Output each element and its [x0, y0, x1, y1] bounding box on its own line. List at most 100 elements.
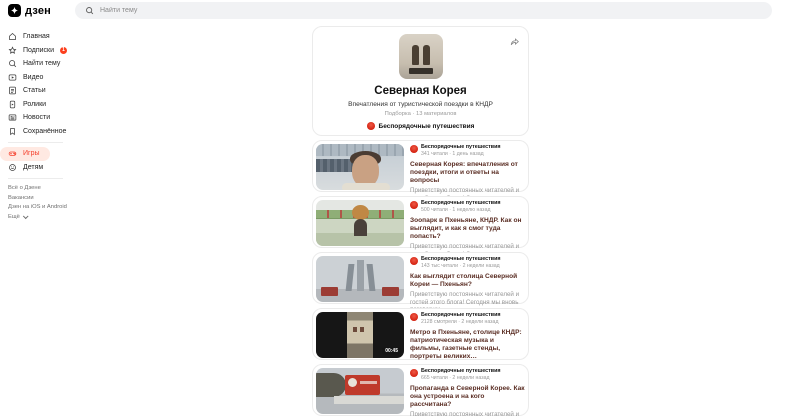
channel-row[interactable]: Беспорядочные путешествия 665 читали · 2…	[410, 368, 525, 382]
channel-name: Беспорядочные путешествия	[421, 256, 501, 262]
feed-card[interactable]: Беспорядочные путешествия 341 читали · 1…	[312, 140, 529, 202]
chevron-down-icon	[22, 213, 29, 220]
sidebar-item-label: Найти тему	[23, 60, 61, 68]
channel-row[interactable]: Беспорядочные путешествия 500 читали · 1…	[410, 200, 525, 214]
sidebar-item-label: Видео	[23, 73, 44, 81]
channel-row[interactable]: Беспорядочные путешествия 143 тыс читали…	[410, 256, 525, 270]
sidebar-item-saved[interactable]: Сохранённое	[0, 125, 76, 139]
channel-name: Беспорядочные путешествия	[421, 312, 501, 318]
channel-name: Беспорядочные путешествия	[421, 200, 501, 206]
sidebar-item-kids[interactable]: Детям	[0, 161, 53, 175]
channel-avatar	[410, 201, 418, 209]
top-bar: дзен	[0, 0, 800, 24]
channel-name: Беспорядочные путешествия	[378, 122, 475, 130]
bookmark-icon	[8, 127, 17, 136]
kids-icon	[8, 163, 17, 172]
collection-subtitle: Впечатления от туристической поездки в К…	[348, 101, 493, 108]
dzen-logo-text: дзен	[25, 4, 52, 17]
sidebar-item-video[interactable]: Видео	[0, 71, 53, 85]
sidebar-item-subscriptions[interactable]: Подписки 1	[0, 44, 77, 58]
statue-shape	[411, 45, 419, 65]
search-icon	[85, 6, 94, 15]
games-icon	[8, 149, 17, 158]
feed-card-video[interactable]: 00:45 Беспорядочные путешествия 2128 смо…	[312, 308, 529, 360]
collection-cover-image	[398, 34, 443, 79]
link-more-label: Ещё	[8, 213, 20, 220]
article-stats: 2128 смотрели · 2 недели назад	[421, 318, 499, 325]
channel-avatar	[410, 313, 418, 321]
collection-header-card: Северная Корея Впечатления от туристичес…	[312, 26, 529, 136]
article-stats: 341 читали · 1 день назад	[421, 150, 484, 157]
article-body: Беспорядочные путешествия 2128 смотрели …	[410, 312, 525, 360]
collection-channel-link[interactable]: Беспорядочные путешествия	[313, 122, 528, 130]
statue-shape	[422, 45, 430, 65]
sidebar-item-shorts[interactable]: Ролики	[0, 98, 56, 112]
channel-row[interactable]: Беспорядочные путешествия 2128 смотрели …	[410, 312, 525, 326]
sidebar-item-label: Детям	[23, 163, 44, 171]
search-input[interactable]	[100, 7, 400, 14]
article-stats: 665 читали · 2 недели назад	[421, 374, 490, 381]
article-thumbnail[interactable]	[316, 368, 404, 414]
video-icon	[8, 73, 17, 82]
article-title[interactable]: Северная Корея: впечатления от поездки, …	[410, 161, 525, 186]
channel-avatar	[410, 145, 418, 153]
article-thumbnail[interactable]	[316, 200, 404, 246]
sidebar-footer-links: Всё о Дзене Вакансии Дзен на iOS и Andro…	[0, 184, 170, 222]
video-title[interactable]: Метро в Пхеньяне, столице КНДР: патриоти…	[410, 329, 525, 362]
channel-name: Беспорядочные путешествия	[421, 144, 501, 150]
sidebar-item-home[interactable]: Главная	[0, 30, 60, 44]
article-thumbnail[interactable]	[316, 144, 404, 190]
search-bar[interactable]	[75, 2, 772, 19]
article-thumbnail[interactable]	[316, 256, 404, 302]
search-icon	[8, 59, 17, 68]
link-more[interactable]: Ещё	[8, 213, 29, 223]
channel-row[interactable]: Беспорядочные путешествия 341 читали · 1…	[410, 144, 525, 158]
channel-name: Беспорядочные путешествия	[421, 368, 501, 374]
plinth-shape	[408, 68, 433, 74]
sidebar-divider	[8, 142, 63, 143]
article-title[interactable]: Зоопарк в Пхеньяне, КНДР. Как он выгляди…	[410, 217, 525, 242]
collection-title: Северная Корея	[374, 85, 467, 97]
feed-card[interactable]: Беспорядочные путешествия 665 читали · 2…	[312, 364, 529, 416]
dzen-logo[interactable]: дзен	[8, 4, 51, 17]
video-duration-badge: 00:45	[382, 347, 401, 355]
sidebar-item-games[interactable]: Игры	[0, 147, 50, 161]
sidebar-item-find-topic[interactable]: Найти тему	[0, 57, 70, 71]
channel-avatar	[366, 122, 375, 130]
link-about-dzen[interactable]: Всё о Дзене	[8, 184, 41, 194]
sidebar-item-news[interactable]: Новости	[0, 111, 60, 125]
article-title[interactable]: Как выглядит столица Северной Кореи — Пх…	[410, 273, 525, 289]
link-apps[interactable]: Дзен на iOS и Android	[8, 203, 67, 213]
news-icon	[8, 113, 17, 122]
sidebar-item-label: Главная	[23, 33, 50, 41]
article-title[interactable]: Пропаганда в Северной Корее. Как она уст…	[410, 385, 525, 410]
feed-card[interactable]: Беспорядочные путешествия 143 тыс читали…	[312, 252, 529, 313]
sidebar-item-label: Подписки	[23, 46, 55, 54]
article-stats: 143 тыс читали · 2 недели назад	[421, 262, 500, 269]
video-thumbnail[interactable]: 00:45	[316, 312, 404, 358]
feed-card[interactable]: Беспорядочные путешествия 500 читали · 1…	[312, 196, 529, 258]
sidebar-item-label: Сохранённое	[23, 127, 67, 135]
link-vacancies[interactable]: Вакансии	[8, 194, 34, 204]
subscriptions-badge: 1	[60, 46, 68, 54]
sidebar-item-label: Статьи	[23, 87, 46, 95]
sidebar-item-articles[interactable]: Статьи	[0, 84, 56, 98]
subscriptions-icon	[8, 46, 17, 55]
article-stats: 500 читали · 1 неделю назад	[421, 206, 491, 213]
sidebar-item-label: Игры	[23, 150, 40, 158]
shorts-icon	[8, 100, 17, 109]
articles-icon	[8, 86, 17, 95]
article-snippet: Приветствую постоянных читателей и госте…	[410, 411, 520, 416]
article-body: Беспорядочные путешествия 341 читали · 1…	[410, 144, 525, 202]
channel-avatar	[410, 369, 418, 377]
share-icon[interactable]	[510, 34, 520, 52]
collection-meta: Подборка · 13 материалов	[384, 111, 457, 117]
home-icon	[8, 32, 17, 41]
main-content: Северная Корея Впечатления от туристичес…	[312, 26, 529, 416]
sidebar-item-label: Новости	[23, 114, 51, 122]
article-body: Беспорядочные путешествия 143 тыс читали…	[410, 256, 525, 313]
sidebar-divider	[8, 178, 63, 179]
article-body: Беспорядочные путешествия 665 читали · 2…	[410, 368, 525, 416]
sidebar-item-label: Ролики	[23, 100, 47, 108]
channel-avatar	[410, 257, 418, 265]
